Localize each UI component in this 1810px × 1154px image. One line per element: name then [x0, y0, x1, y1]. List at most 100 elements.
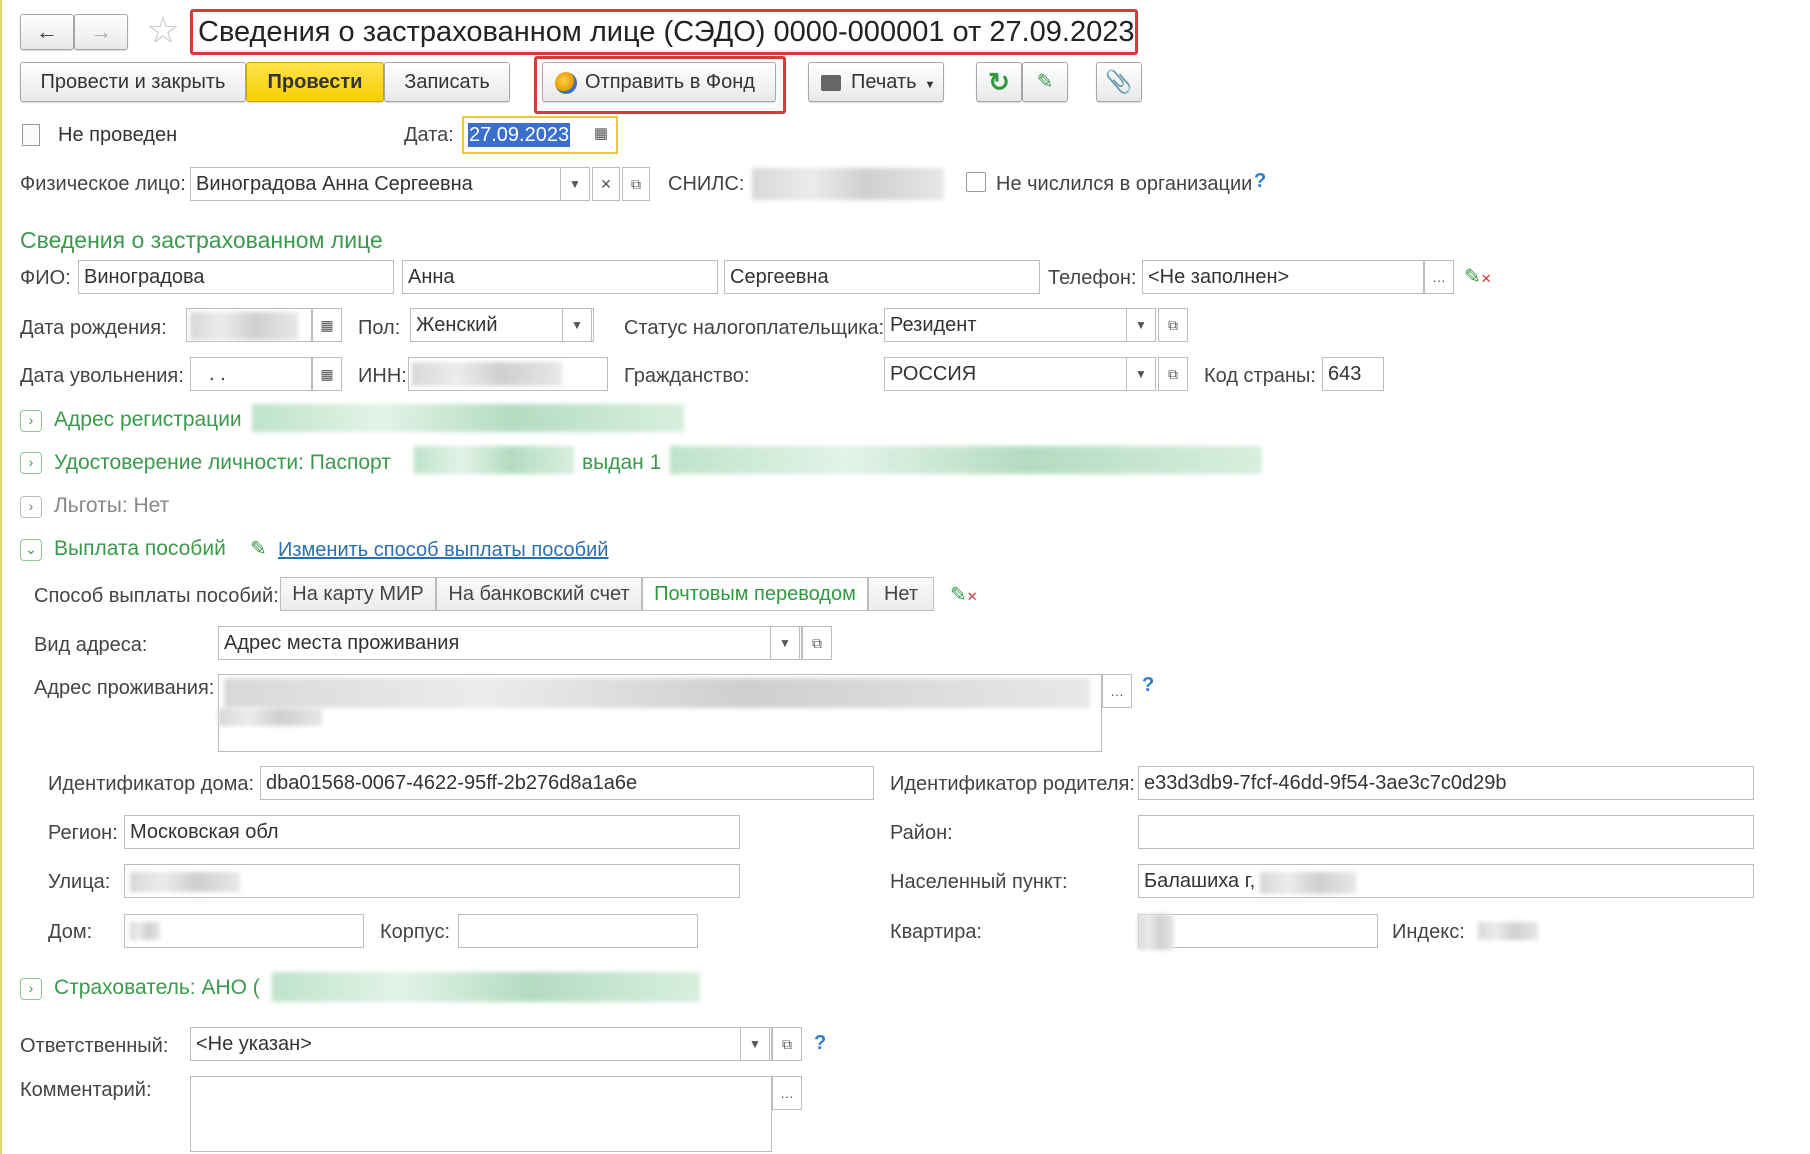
parent-id-field[interactable]: e33d3db9-7fcf-46dd-9f54-3ae3c7c0d29b — [1138, 766, 1754, 800]
responsible-help-icon[interactable]: ? — [814, 1032, 826, 1055]
person-field[interactable]: Виноградова Анна Сергеевна — [190, 167, 590, 201]
person-open-button[interactable]: ⧉ — [622, 167, 650, 201]
send-highlight-box — [534, 56, 786, 114]
address-label: Адрес проживания: — [34, 677, 215, 699]
attach-button[interactable]: 📎 — [1096, 62, 1142, 102]
region-label: Регион: — [48, 822, 118, 844]
responsible-label: Ответственный: — [20, 1035, 169, 1057]
apartment-field[interactable] — [1138, 914, 1378, 948]
address-type-field[interactable]: Адрес места проживания — [218, 626, 802, 660]
person-clear-button[interactable]: ✕ — [592, 167, 620, 201]
print-button[interactable]: Печать ▼ — [808, 62, 944, 102]
insurer-redacted — [272, 972, 700, 1002]
house-field[interactable] — [124, 914, 364, 948]
edit-clear-button[interactable]: ✎ — [1022, 62, 1068, 102]
phone-label: Телефон: — [1048, 267, 1137, 289]
payment-section-title[interactable]: Выплата пособий — [54, 537, 226, 561]
reg-address-redacted — [252, 404, 684, 432]
gender-label: Пол: — [358, 317, 401, 339]
printer-icon — [821, 74, 841, 91]
refresh-button[interactable]: ↻ — [976, 62, 1022, 102]
address-type-label: Вид адреса: — [34, 634, 148, 656]
calendar-icon[interactable]: ▦ — [594, 124, 608, 142]
phone-select-button[interactable]: … — [1424, 260, 1454, 294]
comment-field[interactable] — [190, 1076, 772, 1152]
payment-expander[interactable]: ⌄ — [20, 539, 42, 561]
citizenship-open-button[interactable]: ⧉ — [1158, 357, 1188, 391]
insurer-expander[interactable]: › — [20, 978, 42, 1000]
back-button[interactable]: ← — [20, 14, 74, 50]
locality-field[interactable]: Балашиха г, — [1138, 864, 1754, 898]
country-code-label: Код страны: — [1204, 365, 1316, 387]
address-redacted-line1 — [224, 678, 1090, 708]
address-help-icon[interactable]: ? — [1142, 674, 1154, 697]
birth-calendar-button[interactable]: ▦ — [312, 308, 342, 342]
house-id-field[interactable]: dba01568-0067-4622-95ff-2b276d8a1a6e — [260, 766, 874, 800]
insurer-title[interactable]: Страхователь: АНО ( — [54, 976, 260, 1000]
birth-date-label: Дата рождения: — [20, 317, 167, 339]
middle-name-field[interactable]: Сергеевна — [724, 260, 1040, 294]
id-doc-expander[interactable]: › — [20, 452, 42, 474]
citizenship-field[interactable]: РОССИЯ — [884, 357, 1154, 391]
reg-address-title[interactable]: Адрес регистрации — [54, 408, 242, 432]
reg-address-expander[interactable]: › — [20, 410, 42, 432]
snils-value-redacted — [752, 168, 944, 200]
apartment-redacted — [1138, 914, 1174, 950]
house-redacted — [130, 922, 160, 940]
citizenship-dropdown[interactable]: ▼ — [1126, 357, 1156, 391]
tax-status-dropdown[interactable]: ▼ — [1126, 308, 1156, 342]
post-and-close-button[interactable]: Провести и закрыть — [20, 62, 246, 102]
comment-select-button[interactable]: … — [772, 1076, 802, 1110]
first-name-field[interactable]: Анна — [402, 260, 718, 294]
help-icon[interactable]: ? — [1254, 170, 1266, 193]
not-listed-label: Не числился в организации — [996, 173, 1253, 195]
id-doc-number-redacted — [414, 446, 574, 474]
tax-status-label: Статус налогоплательщика: — [624, 317, 885, 339]
payment-method-mir[interactable]: На карту МИР — [280, 577, 436, 611]
not-listed-checkbox[interactable] — [966, 172, 986, 192]
district-label: Район: — [890, 822, 953, 844]
fio-label: ФИО: — [20, 267, 71, 289]
arrow-left-icon: ← — [36, 19, 58, 44]
posting-status: Не проведен — [58, 124, 178, 146]
favorite-star-icon[interactable]: ☆ — [146, 10, 180, 52]
country-code-field[interactable]: 643 — [1322, 357, 1384, 391]
tax-status-open-button[interactable]: ⧉ — [1158, 308, 1188, 342]
payment-method-none[interactable]: Нет — [868, 577, 934, 611]
id-doc-issued-redacted — [670, 446, 1262, 474]
phone-field[interactable]: <Не заполнен> — [1142, 260, 1424, 294]
responsible-dropdown[interactable]: ▼ — [740, 1027, 770, 1061]
last-name-field[interactable]: Виноградова — [78, 260, 394, 294]
dismissal-calendar-button[interactable]: ▦ — [312, 357, 342, 391]
region-field[interactable]: Московская обл — [124, 815, 740, 849]
address-select-button[interactable]: … — [1102, 674, 1132, 708]
id-doc-title[interactable]: Удостоверение личности: Паспорт — [54, 451, 391, 475]
pencil-cross-icon[interactable]: ✎✕ — [950, 582, 978, 607]
responsible-field[interactable]: <Не указан> — [190, 1027, 772, 1061]
post-button[interactable]: Провести — [246, 62, 384, 102]
dismissal-date-field[interactable]: . . — [190, 357, 312, 391]
district-field[interactable] — [1138, 815, 1754, 849]
address-type-dropdown[interactable]: ▼ — [770, 626, 800, 660]
refresh-icon: ↻ — [988, 67, 1010, 97]
change-payment-link[interactable]: Изменить способ выплаты пособий — [278, 538, 608, 562]
pencil-cross-icon: ✎ — [1036, 71, 1054, 93]
date-value: 27.09.2023 — [468, 123, 571, 147]
save-button[interactable]: Записать — [384, 62, 510, 102]
responsible-open-button[interactable]: ⧉ — [772, 1027, 802, 1061]
forward-button[interactable]: → — [74, 14, 128, 50]
address-redacted-line2 — [218, 708, 322, 726]
gender-dropdown[interactable]: ▼ — [562, 308, 592, 342]
payment-method-bank[interactable]: На банковский счет — [436, 577, 642, 611]
house-label: Дом: — [48, 921, 93, 943]
tax-status-field[interactable]: Резидент — [884, 308, 1154, 342]
address-type-open-button[interactable]: ⧉ — [802, 626, 832, 660]
privileges-expander[interactable]: › — [20, 496, 42, 518]
date-field[interactable]: 27.09.2023 ▦ — [462, 116, 618, 154]
building-label: Корпус: — [380, 921, 451, 943]
payment-method-postal[interactable]: Почтовым переводом — [642, 577, 868, 611]
pencil-cross-icon[interactable]: ✎✕ — [1464, 264, 1492, 289]
person-dropdown[interactable]: ▼ — [560, 167, 590, 201]
building-field[interactable] — [458, 914, 698, 948]
privileges-title[interactable]: Льготы: Нет — [54, 494, 169, 518]
